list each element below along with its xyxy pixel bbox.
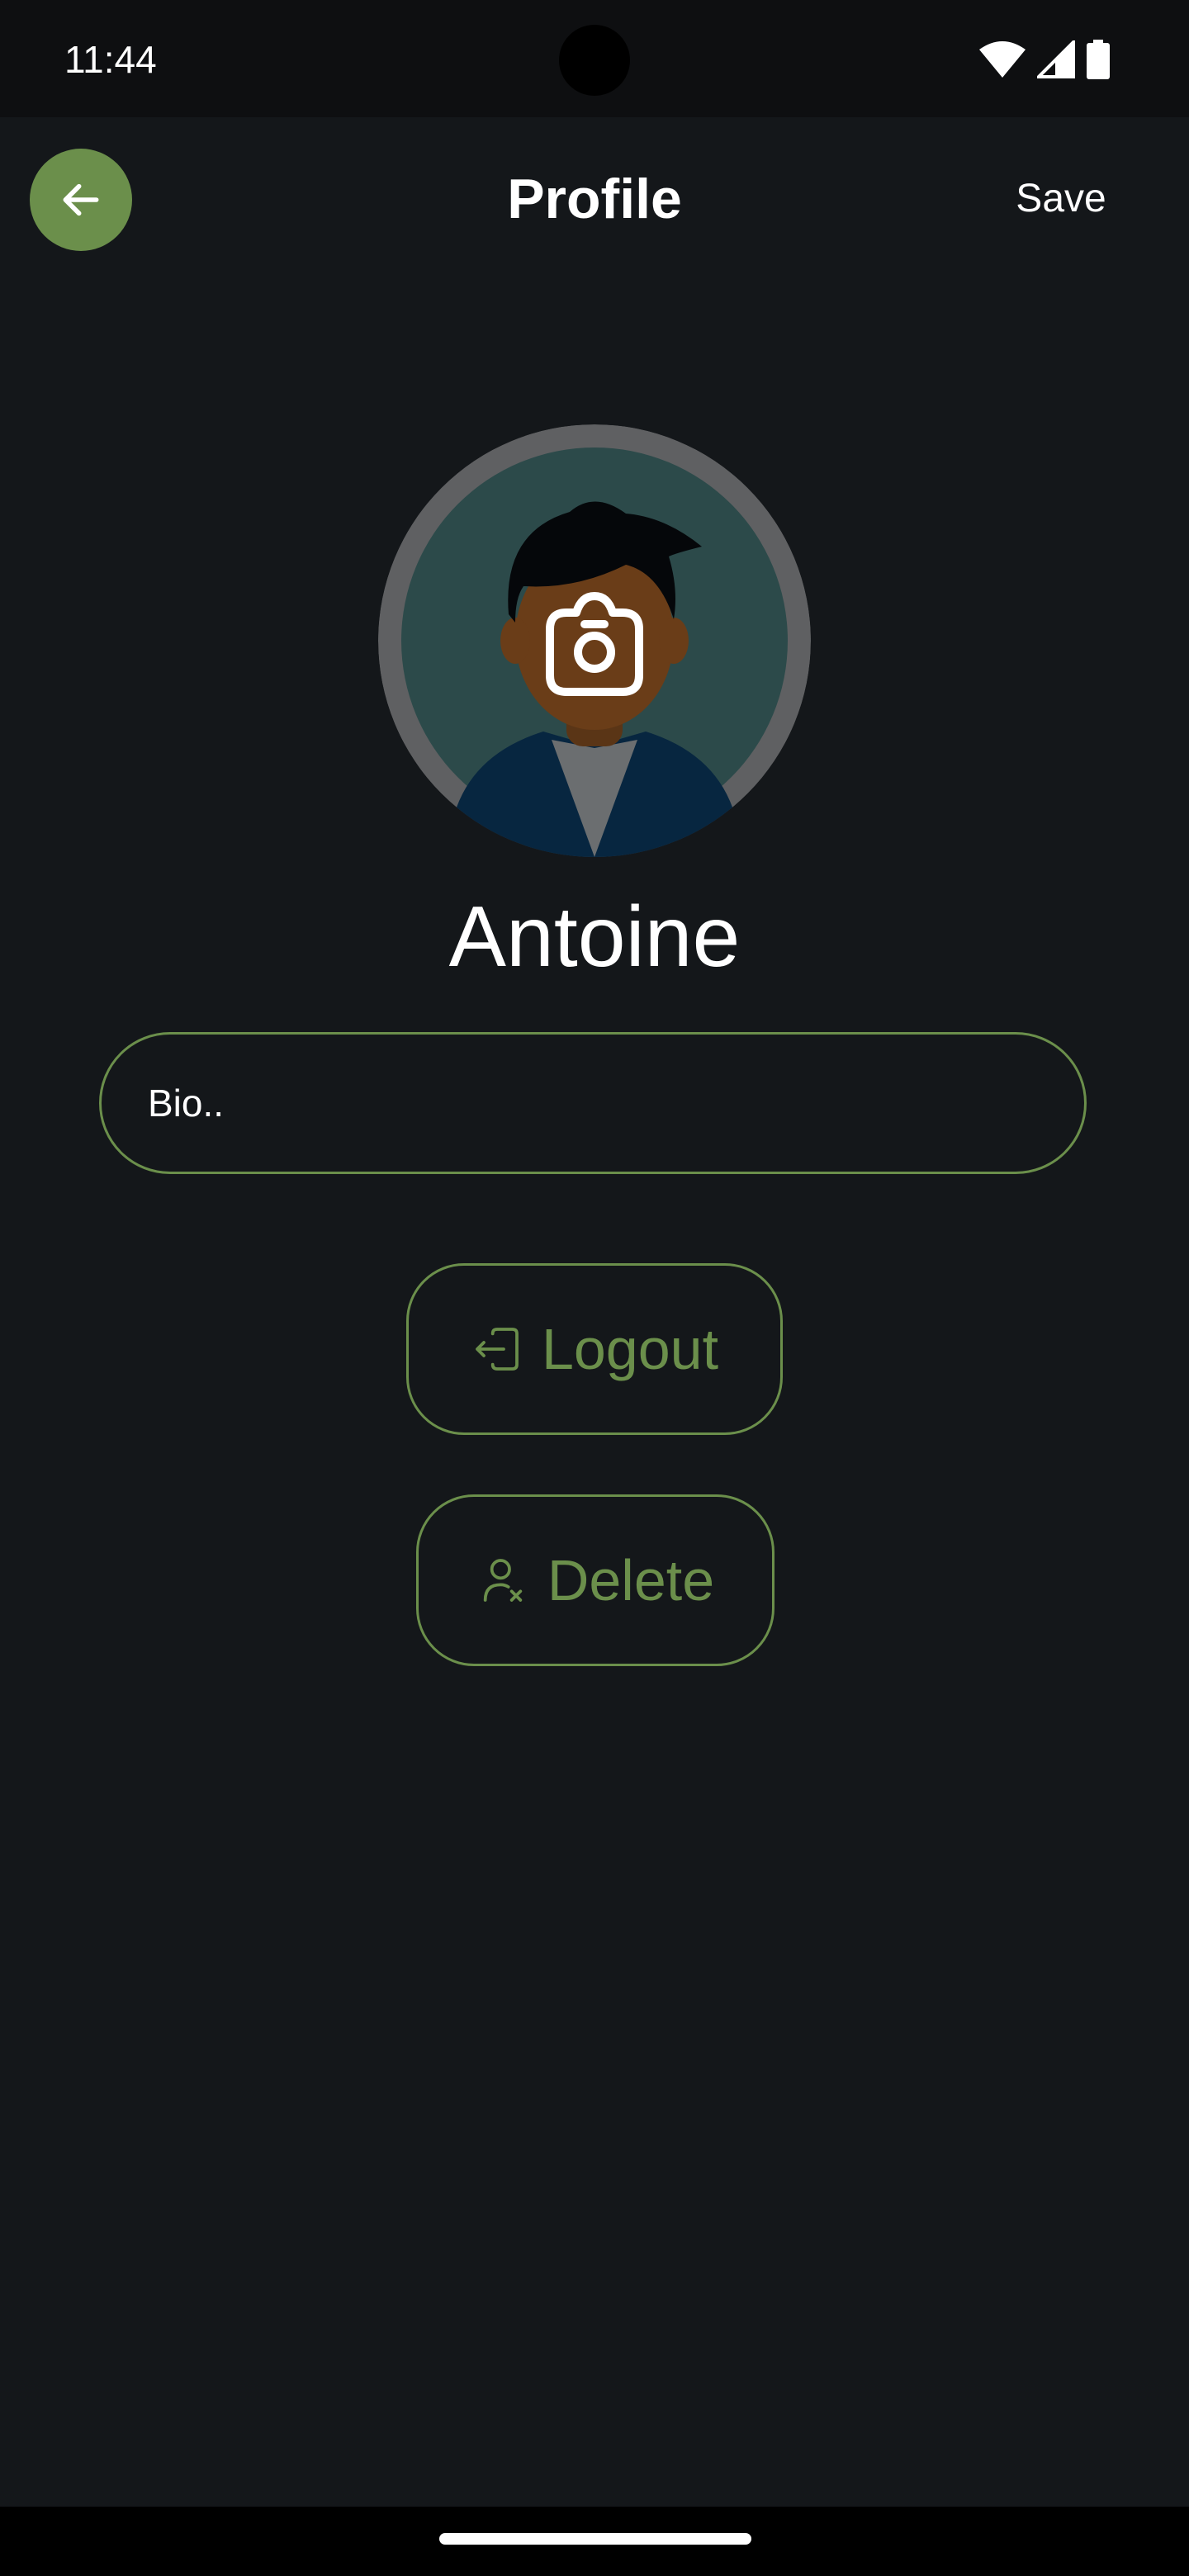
save-button[interactable]: Save [983,170,1139,228]
user-remove-icon [476,1554,529,1607]
status-icons [979,36,1110,83]
home-indicator[interactable] [439,2533,751,2545]
cellular-signal-icon [1037,40,1075,78]
arrow-left-icon [63,183,99,216]
wifi-icon [979,41,1026,78]
avatar[interactable] [378,424,811,857]
logout-label: Logout [541,1317,719,1381]
user-name: Antoine [448,889,741,985]
bio-input[interactable] [148,1035,1040,1172]
camera-icon[interactable] [537,586,652,702]
battery-icon [1087,40,1110,79]
back-button[interactable] [30,149,132,251]
logout-button[interactable]: Logout [406,1263,783,1435]
status-time: 11:44 [64,38,157,81]
logout-icon [471,1323,523,1376]
profile-screen: 11:44 Profile Save Antoine Bio.. Logout … [0,0,1189,2576]
bio-field[interactable] [99,1032,1087,1174]
delete-account-button[interactable]: Delete [416,1494,775,1666]
status-bar: 11:44 [0,0,1189,117]
front-camera-cutout [559,25,630,96]
delete-label: Delete [547,1548,715,1612]
page-title: Profile [507,168,682,230]
